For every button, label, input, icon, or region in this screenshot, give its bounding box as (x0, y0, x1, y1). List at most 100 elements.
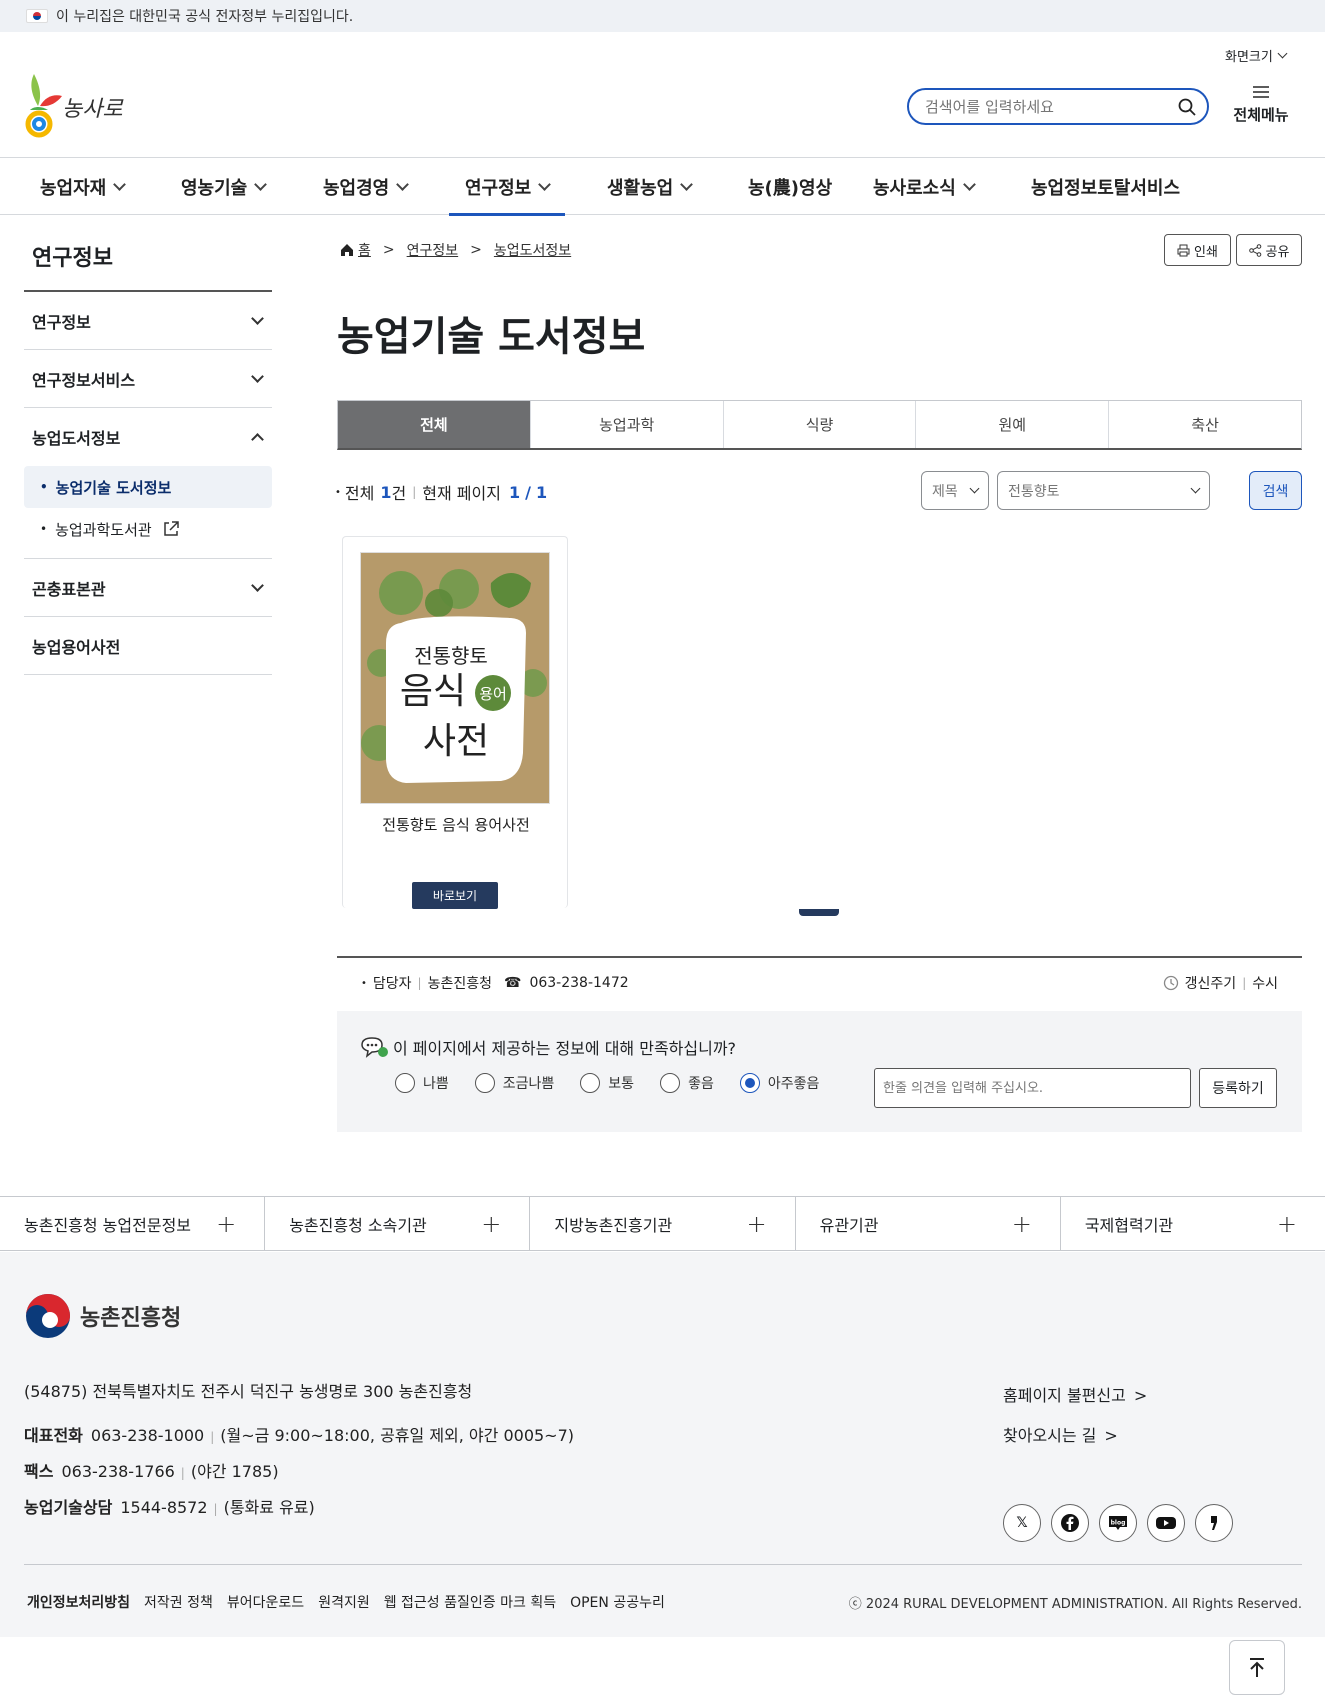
font-size-button[interactable]: 화면크기 (1225, 46, 1288, 65)
facebook-icon[interactable] (1051, 1504, 1089, 1542)
taegeuk-logo-icon (26, 1294, 70, 1338)
share-button[interactable]: 공유 (1236, 234, 1302, 266)
tab-horticulture[interactable]: 원예 (915, 401, 1108, 448)
pagination-indicator[interactable] (799, 909, 839, 916)
chevron-right-icon: > (470, 242, 482, 258)
accessibility-mark-link[interactable]: 웹 접근성 품질인증 마크 획득 (384, 1592, 556, 1612)
rating-good[interactable]: 좋음 (660, 1073, 714, 1093)
org-rda-affiliates[interactable]: 농촌진흥청 소속기관 + (264, 1197, 529, 1250)
org-rda-info[interactable]: 농촌진흥청 농업전문정보 + (0, 1197, 264, 1250)
search-icon[interactable] (1177, 97, 1197, 117)
gnb-item-total-service[interactable]: 농업정보토탈서비스 (1031, 158, 1180, 215)
gnb-item-farm-materials[interactable]: 농업자재 (40, 158, 127, 215)
copyright-policy-link[interactable]: 저작권 정책 (144, 1592, 213, 1612)
rating-bad[interactable]: 나쁨 (395, 1073, 449, 1093)
tab-livestock[interactable]: 축산 (1108, 401, 1301, 448)
chevron-right-icon: > (382, 242, 395, 258)
chevron-down-icon (251, 369, 264, 383)
book-title[interactable]: 전통향토 음식 용어사전 (343, 814, 569, 835)
report-issue-link[interactable]: 홈페이지 불편신고 > (1003, 1382, 1147, 1406)
opinion-input[interactable] (874, 1068, 1191, 1108)
main-navigation: 농업자재 영농기술 농업경영 연구정보 생활농업 농(農)영상 농사로소식 농업… (0, 157, 1325, 216)
gnb-item-research-info[interactable]: 연구정보 (449, 158, 566, 216)
tab-agri-science[interactable]: 농업과학 (529, 401, 723, 448)
page-title: 농업기술 도서정보 (337, 314, 646, 360)
kakao-icon[interactable] (1195, 1504, 1233, 1542)
keyword-select[interactable]: 전통향토 (997, 471, 1210, 510)
chevron-down-icon (251, 311, 264, 325)
gnb-item-farm-management[interactable]: 농업경영 (323, 158, 410, 215)
gnb-item-life-farming[interactable]: 생활농업 (607, 158, 694, 215)
lnb-item-insect-specimen[interactable]: 곤충표본관 (24, 559, 272, 617)
rating-very-good[interactable]: 아주좋음 (739, 1073, 819, 1093)
chevron-down-icon (254, 177, 268, 191)
radio-icon (474, 1073, 495, 1093)
org-related[interactable]: 유관기관 + (794, 1197, 1060, 1250)
gnb-item-nongsaro-news[interactable]: 농사로소식 (873, 158, 976, 215)
search-field-select[interactable]: 제목 (921, 471, 989, 510)
chevron-down-icon (1190, 483, 1201, 494)
lnb-item-glossary[interactable]: 농업용어사전 (24, 617, 272, 675)
svg-text:음식: 음식 (400, 671, 466, 712)
policy-links: 개인정보처리방침 저작권 정책 뷰어다운로드 원격지원 웹 접근성 품질인증 마… (27, 1592, 679, 1612)
chevron-down-icon (538, 177, 552, 191)
side-navigation: 연구정보 연구정보서비스 농업도서정보 • 농업기술 도서정보 • 농업과학도서관 … (24, 290, 272, 675)
open-license-link[interactable]: OPEN 공공누리 (570, 1592, 665, 1612)
youtube-icon[interactable] (1147, 1504, 1185, 1542)
remote-support-link[interactable]: 원격지원 (318, 1592, 370, 1612)
viewer-download-link[interactable]: 뷰어다운로드 (227, 1592, 304, 1612)
print-icon (1177, 244, 1190, 256)
chevron-right-icon: > (1104, 1426, 1118, 1445)
lnb-item-book-info[interactable]: 농업도서정보 (24, 408, 272, 466)
org-international[interactable]: 국제협력기관 + (1059, 1197, 1325, 1250)
lnb-item-research-info[interactable]: 연구정보 (24, 292, 272, 350)
breadcrumb-books[interactable]: 농업도서정보 (494, 240, 571, 260)
book-card: 전통향토 음식 용어 사전 전통향토 음식 용어사전 바로보기 (342, 536, 569, 909)
plus-icon: + (1276, 1209, 1298, 1238)
submit-opinion-button[interactable]: 등록하기 (1199, 1068, 1277, 1108)
chevron-down-icon (680, 177, 694, 191)
breadcrumb-home[interactable]: 홈 (358, 240, 371, 260)
search-button[interactable]: 검색 (1249, 471, 1302, 510)
gov-banner: 이 누리집은 대한민국 공식 전자정부 누리집입니다. (0, 0, 1325, 32)
breadcrumb-research[interactable]: 연구정보 (407, 240, 459, 260)
lnb-item-research-service[interactable]: 연구정보서비스 (24, 350, 272, 408)
footer-links: 홈페이지 불편신고 > 찾아오시는 길 > (1003, 1382, 1147, 1446)
current-page: 1 (508, 482, 521, 502)
radio-selected-icon (739, 1073, 760, 1093)
rating-normal[interactable]: 보통 (580, 1073, 634, 1093)
org-local-rda[interactable]: 지방농촌진흥기관 + (529, 1197, 794, 1250)
view-button[interactable]: 바로보기 (412, 882, 498, 909)
gov-banner-text: 이 누리집은 대한민국 공식 전자정부 누리집입니다. (56, 9, 354, 25)
search-input[interactable] (925, 97, 1165, 116)
survey-question: 이 페이지에서 제공하는 정보에 대해 만족하십니까? (359, 1035, 736, 1059)
tab-all[interactable]: 전체 (338, 401, 530, 448)
rating-options: 나쁨 조금나쁨 보통 좋음 아주좋음 (395, 1073, 845, 1093)
phone-icon: ☎ (504, 975, 522, 991)
all-menu-button[interactable]: 전체메뉴 (1226, 84, 1296, 125)
site-logo[interactable]: 농사로 (24, 72, 124, 142)
share-icon (1248, 243, 1261, 257)
svg-text:blog: blog (1111, 1520, 1126, 1527)
plus-icon: + (746, 1209, 767, 1238)
privacy-policy-link[interactable]: 개인정보처리방침 (27, 1592, 130, 1612)
blog-icon[interactable]: blog (1099, 1504, 1137, 1542)
satisfaction-survey: 이 페이지에서 제공하는 정보에 대해 만족하십니까? 나쁨 조금나쁨 보통 좋… (337, 1011, 1302, 1132)
lnb-sub-item-science-library[interactable]: • 농업과학도서관 (24, 508, 272, 550)
directions-link[interactable]: 찾아오시는 길 > (1003, 1422, 1147, 1446)
print-button[interactable]: 인쇄 (1164, 234, 1231, 266)
gnb-item-farm-video[interactable]: 농(農)영상 (748, 158, 832, 215)
back-to-top-button[interactable] (1229, 1640, 1285, 1695)
tab-food-crops[interactable]: 식량 (722, 401, 916, 448)
lnb-sub-item-tech-books[interactable]: • 농업기술 도서정보 (24, 466, 272, 508)
plus-icon: + (1011, 1209, 1032, 1238)
search-box[interactable] (907, 88, 1209, 125)
book-cover[interactable]: 전통향토 음식 용어 사전 (360, 552, 550, 804)
rating-slightly-bad[interactable]: 조금나쁨 (474, 1073, 554, 1093)
x-icon[interactable]: 𝕏 (1003, 1504, 1041, 1542)
footer: 농촌진흥청 (54875) 전북특별자치도 전주시 덕진구 농생명로 300 농… (0, 1252, 1325, 1637)
footer-logo: 농촌진흥청 (24, 1292, 181, 1340)
total-pages: 1 (535, 482, 548, 502)
logo-text: 농사로 (62, 97, 124, 122)
gnb-item-farming-tech[interactable]: 영농기술 (181, 158, 268, 215)
